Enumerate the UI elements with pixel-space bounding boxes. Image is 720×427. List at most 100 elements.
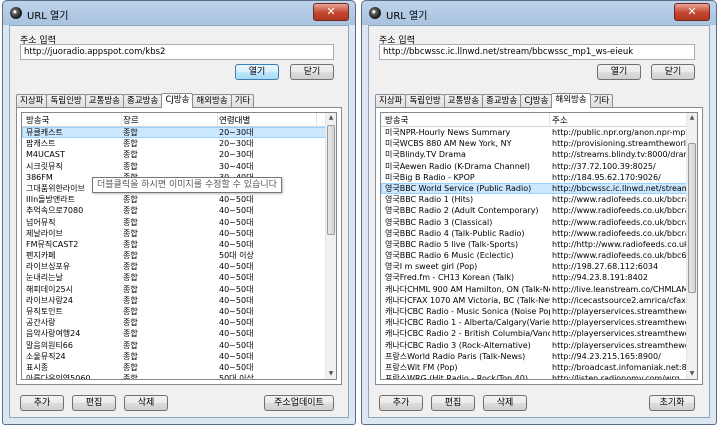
address-cell: http://broadcast.infomaniak.net:80/wit [552, 362, 687, 372]
table-row[interactable]: 펜지카페 종합 50대 이상 [22, 250, 326, 261]
update-address-button[interactable]: 주소업데이트 [264, 395, 334, 411]
table-row[interactable]: 영국Fred.fm - CH13 Korean (Talk) http://94.… [381, 272, 687, 283]
column-header-station[interactable]: 방송국 [26, 114, 49, 126]
station-list[interactable]: 방송국 장르 연령대별 뮤클캐스트 종합 20~30대 팝캐스트 종합 20~30대 M4U… [21, 112, 337, 380]
column-header-station[interactable]: 방송국 [385, 114, 408, 126]
table-row[interactable]: 캐나다CBC Radio 2 - British Columbia/Vanco h… [381, 328, 687, 339]
table-row[interactable]: 영국BBC Radio 2 (Adult Contemporary) http:/… [381, 205, 687, 216]
scroll-thumb[interactable] [327, 125, 335, 235]
age-cell: 40~50대 [219, 217, 254, 227]
address-input[interactable]: http://juoradio.appspot.com/kbs2 [20, 44, 334, 60]
open-button[interactable]: 열기 [235, 64, 279, 80]
column-divider[interactable] [217, 113, 218, 126]
scroll-up-icon[interactable]: ▲ [687, 113, 697, 123]
column-divider[interactable] [549, 113, 550, 126]
reset-button[interactable]: 초기화 [649, 395, 695, 411]
tab-overseas[interactable]: 해외방송 [551, 93, 591, 108]
table-row[interactable]: 캐나다CFAX 1070 AM Victoria, BC (Talk-News)… [381, 295, 687, 306]
delete-button[interactable]: 삭제 [483, 395, 527, 411]
title-bar[interactable]: URL 열기 ✕ [3, 1, 355, 25]
table-row[interactable]: 뮤클캐스트 종합 20~30대 [22, 127, 326, 139]
table-row[interactable]: FM뮤직CAST2 종합 40~50대 [22, 239, 326, 250]
table-row[interactable]: 캐나다CHML 900 AM Hamilton, ON (Talk-Ne http… [381, 284, 687, 295]
table-row[interactable]: 미국Big B Radio - KPOP http://184.95.62.170… [381, 172, 687, 183]
table-row[interactable]: 영국BBC Radio 3 (Classical) http://www.radi… [381, 217, 687, 228]
table-row[interactable]: 미국Blindy.TV Drama http://streams.blindy.t… [381, 149, 687, 160]
table-row[interactable]: 뮤직토인트 종합 40~50대 [22, 306, 326, 317]
scroll-down-icon[interactable]: ▼ [326, 369, 336, 379]
table-row[interactable]: 영국BBC Radio 5 live (Talk-Sports) http://h… [381, 239, 687, 250]
station-list[interactable]: 방송국 주소 미국NPR-Hourly News Summary http://p… [380, 112, 698, 380]
tab-terrestrial[interactable]: 지상파 [375, 94, 407, 108]
table-row[interactable]: 제날라이브 종합 40~50대 [22, 228, 326, 239]
table-row[interactable]: 소울뮤직24 종합 40~50대 [22, 351, 326, 362]
column-divider[interactable] [121, 113, 122, 126]
tab-overseas[interactable]: 해외방송 [192, 94, 232, 108]
tab-terrestrial[interactable]: 지상파 [16, 94, 48, 108]
table-row[interactable]: 영국BBC Radio 1 (Hits) http://www.radiofeed… [381, 194, 687, 205]
table-row[interactable]: 캐나다CBC Radio - Music Sonica (Noise Pop) h… [381, 306, 687, 317]
add-button[interactable]: 추가 [379, 395, 423, 411]
vertical-scrollbar[interactable]: ▲ ▼ [325, 113, 336, 379]
tab-traffic[interactable]: 교통방송 [443, 94, 484, 108]
table-row[interactable]: 시크릿뮤직 종합 30~40대 [22, 161, 326, 172]
tab-cj[interactable]: CJ방송 [520, 94, 553, 108]
table-row[interactable]: 말음의원티66 종합 40~50대 [22, 340, 326, 351]
table-row[interactable]: 프랑스WRG (Hit Radio - Rock/Top 40) http://l… [381, 373, 687, 379]
table-row[interactable]: 공간사랑 종합 40~50대 [22, 317, 326, 328]
address-input[interactable]: http://bbcwssc.ic.llnwd.net/stream/bbcws… [379, 44, 695, 60]
delete-button[interactable]: 삭제 [124, 395, 168, 411]
genre-cell: 종합 [123, 139, 138, 149]
tab-traffic[interactable]: 교통방송 [84, 94, 125, 108]
table-row[interactable]: 넘어뮤직 종합 40~50대 [22, 217, 326, 228]
column-divider[interactable] [316, 113, 317, 126]
scroll-thumb[interactable] [688, 143, 696, 293]
close-button[interactable]: 닫기 [290, 64, 334, 80]
tab-etc[interactable]: 기타 [230, 94, 255, 108]
column-header-age[interactable]: 연령대별 [219, 114, 250, 126]
table-row[interactable]: 미국Aewen Radio (K-Drama Channel) http://37… [381, 161, 687, 172]
genre-cell: 종합 [123, 128, 138, 137]
table-row[interactable]: 라이브사랑24 종합 40~50대 [22, 295, 326, 306]
table-row[interactable]: 미국WCBS 880 AM New York, NY http://provisi… [381, 138, 687, 149]
station-cell: 캐나다CBC Radio - Music Sonica (Noise Pop) [385, 307, 550, 316]
table-row[interactable]: 해피데이25시 종합 40~50대 [22, 284, 326, 295]
edit-button[interactable]: 편집 [431, 395, 475, 411]
edit-button[interactable]: 편집 [72, 395, 116, 411]
table-row[interactable]: M4UCAST 종합 20~30대 [22, 149, 326, 160]
close-window-button[interactable]: ✕ [674, 3, 710, 21]
table-row[interactable]: 프랑스Wit FM (Pop) http://broadcast.infomani… [381, 362, 687, 373]
table-row[interactable]: 영국BBC Radio 4 (Talk-Public Radio) http://… [381, 228, 687, 239]
column-header-genre[interactable]: 장르 [123, 114, 139, 126]
table-row[interactable]: 영국BBC Radio 6 Music (Eclectic) http://www… [381, 250, 687, 261]
table-row[interactable]: 라이브싱포유 종합 40~50대 [22, 261, 326, 272]
table-row[interactable]: 표시종 종합 40~50대 [22, 362, 326, 373]
open-button[interactable]: 열기 [597, 64, 641, 80]
close-window-button[interactable]: ✕ [313, 3, 349, 21]
table-row[interactable]: 캐나다CBC Radio 3 (Rock-Alternative) http://… [381, 340, 687, 351]
tab-independent[interactable]: 독립인방 [46, 94, 86, 108]
table-row[interactable]: 눈내리는날 종합 40~50대 [22, 272, 326, 283]
table-row[interactable]: 미국NPR-Hourly News Summary http://public.n… [381, 127, 687, 138]
table-row[interactable]: 아름다운인연5060 종합 50대 이상 [22, 373, 326, 379]
table-row[interactable]: 영국I m sweet girl (Pop) http://198.27.68.1… [381, 261, 687, 272]
tab-cj[interactable]: CJ방송 [161, 93, 194, 108]
table-row[interactable]: IIIn돌방앤라트 종합 40~50대 [22, 194, 326, 205]
add-button[interactable]: 추가 [20, 395, 64, 411]
scroll-up-icon[interactable]: ▲ [326, 113, 336, 123]
close-button[interactable]: 닫기 [651, 64, 695, 80]
column-header-address[interactable]: 주소 [552, 114, 568, 126]
table-row[interactable]: 음악사랑여행24 종합 40~50대 [22, 328, 326, 339]
vertical-scrollbar[interactable]: ▲ ▼ [686, 113, 697, 379]
title-bar[interactable]: URL 열기 ✕ [362, 1, 716, 25]
tab-etc[interactable]: 기타 [589, 94, 614, 108]
table-row[interactable]: 영국BBC World Service (Public Radio) http:/… [381, 182, 687, 195]
table-row[interactable]: 팝캐스트 종합 20~30대 [22, 138, 326, 149]
table-row[interactable]: 프랑스World Radio Paris (Talk-News) http://9… [381, 351, 687, 362]
table-row[interactable]: 캐나다CBC Radio 1 - Alberta/Calgary(Variety… [381, 317, 687, 328]
scroll-down-icon[interactable]: ▼ [687, 369, 697, 379]
tab-independent[interactable]: 독립인방 [405, 94, 445, 108]
tab-religion[interactable]: 종교방송 [482, 94, 522, 108]
tab-religion[interactable]: 종교방송 [123, 94, 163, 108]
table-row[interactable]: 추억속으로7080 종합 40~50대 [22, 205, 326, 216]
